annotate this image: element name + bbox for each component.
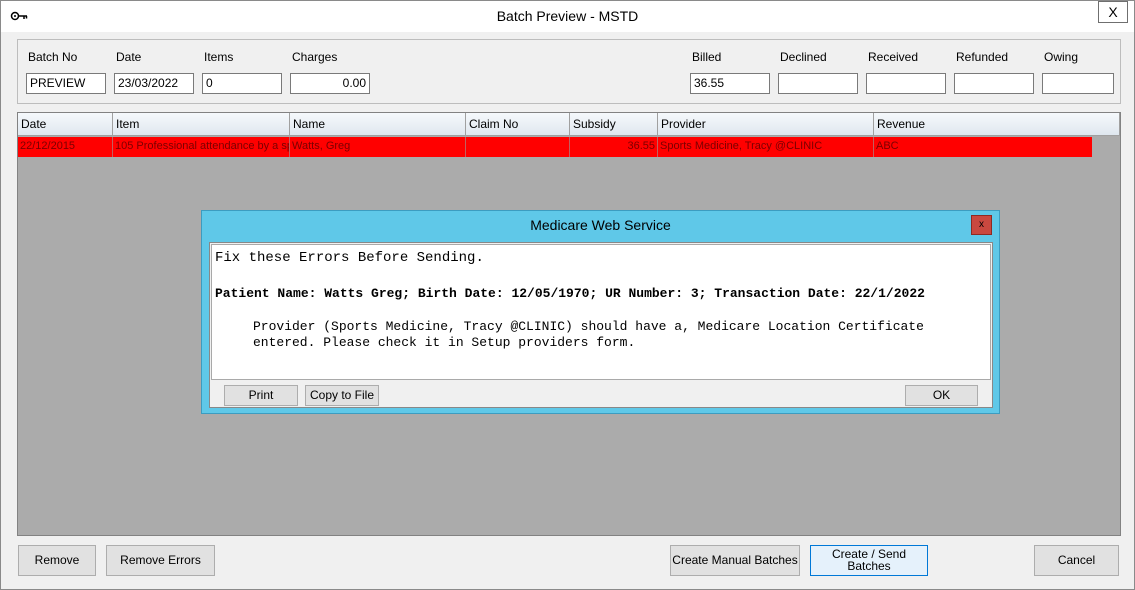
error-message-line-1: Provider (Sports Medicine, Tracy @CLINIC… — [253, 319, 924, 334]
billed-label: Billed — [692, 50, 722, 64]
charges-field[interactable]: 0.00 — [290, 73, 370, 94]
cell-name: Watts, Greg — [290, 137, 466, 157]
remove-errors-button[interactable]: Remove Errors — [106, 545, 215, 576]
create-send-batches-button[interactable]: Create / Send Batches — [810, 545, 928, 576]
date-label: Date — [116, 50, 142, 64]
received-label: Received — [868, 50, 919, 64]
ok-button[interactable]: OK — [905, 385, 978, 406]
batch-no-field[interactable]: PREVIEW — [26, 73, 106, 94]
print-button[interactable]: Print — [224, 385, 298, 406]
received-field[interactable] — [866, 73, 946, 94]
medicare-web-service-dialog: Medicare Web Service x Fix these Errors … — [201, 210, 1000, 414]
column-header-provider[interactable]: Provider — [658, 113, 874, 136]
cancel-button[interactable]: Cancel — [1034, 545, 1119, 576]
owing-field[interactable] — [1042, 73, 1114, 94]
dialog-close-button[interactable]: x — [971, 215, 992, 235]
error-report-text[interactable]: Fix these Errors Before Sending. Patient… — [211, 244, 991, 380]
declined-label: Declined — [780, 50, 827, 64]
batch-preview-window: Batch Preview - MSTD X Batch No PREVIEW … — [0, 0, 1135, 590]
owing-label: Owing — [1044, 50, 1079, 64]
copy-to-file-button[interactable]: Copy to File — [305, 385, 379, 406]
column-header-subsidy[interactable]: Subsidy — [570, 113, 658, 136]
title-bar: Batch Preview - MSTD X — [1, 1, 1134, 32]
dialog-title: Medicare Web Service — [530, 217, 671, 233]
cell-subsidy: 36.55 — [570, 137, 658, 157]
batch-summary-panel: Batch No PREVIEW Date 23/03/2022 Items 0… — [17, 39, 1121, 104]
cell-date: 22/12/2015 — [18, 137, 113, 157]
patient-details: Patient Name: Watts Greg; Birth Date: 12… — [215, 286, 925, 301]
dialog-body: Fix these Errors Before Sending. Patient… — [209, 242, 993, 408]
refunded-field[interactable] — [954, 73, 1034, 94]
charges-label: Charges — [292, 50, 338, 64]
error-message-line-2: entered. Please check it in Setup provid… — [253, 335, 636, 350]
items-label: Items — [204, 50, 234, 64]
create-manual-batches-button[interactable]: Create Manual Batches — [670, 545, 800, 576]
items-field[interactable]: 0 — [202, 73, 282, 94]
window-title: Batch Preview - MSTD — [496, 8, 639, 24]
column-header-revenue[interactable]: Revenue — [874, 113, 1120, 136]
refunded-label: Refunded — [956, 50, 1009, 64]
cell-item: 105 Professional attendance by a sp — [113, 137, 290, 157]
date-field[interactable]: 23/03/2022 — [114, 73, 194, 94]
column-header-date[interactable]: Date — [18, 113, 113, 136]
error-heading: Fix these Errors Before Sending. — [215, 250, 484, 266]
column-header-claim-no[interactable]: Claim No — [466, 113, 570, 136]
cell-provider: Sports Medicine, Tracy @CLINIC — [658, 137, 874, 157]
column-header-name[interactable]: Name — [290, 113, 466, 136]
column-header-item[interactable]: Item — [113, 113, 290, 136]
create-send-line-2: Batches — [847, 559, 891, 573]
error-message: Provider (Sports Medicine, Tracy @CLINIC… — [253, 319, 973, 351]
billed-field[interactable]: 36.55 — [690, 73, 770, 94]
window-close-button[interactable]: X — [1098, 1, 1128, 23]
table-row[interactable]: 22/12/2015 105 Professional attendance b… — [18, 137, 1092, 157]
batch-no-label: Batch No — [28, 50, 78, 64]
remove-button[interactable]: Remove — [18, 545, 96, 576]
declined-field[interactable] — [778, 73, 858, 94]
cell-claim-no — [466, 137, 570, 157]
grid-header: Date Item Name Claim No Subsidy Provider… — [18, 113, 1120, 136]
cell-revenue: ABC — [876, 140, 899, 152]
